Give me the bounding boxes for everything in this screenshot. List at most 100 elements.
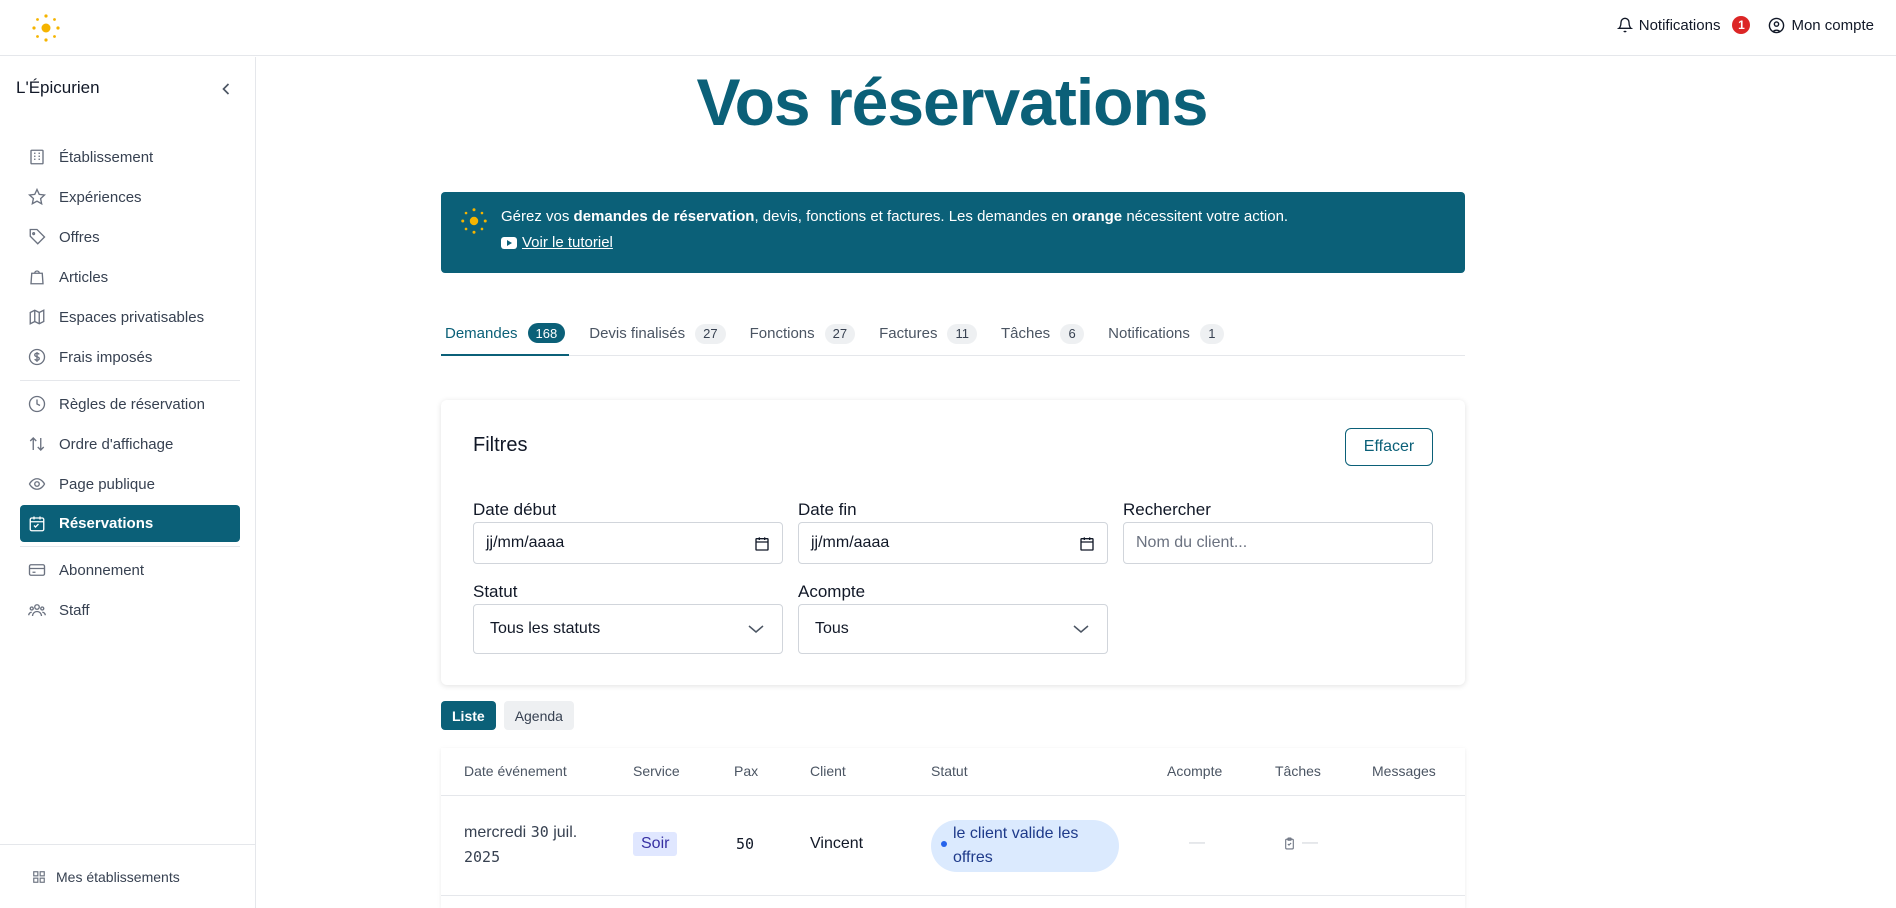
header-client[interactable]: Client bbox=[810, 763, 846, 779]
agenda-view-button[interactable]: Agenda bbox=[503, 701, 574, 730]
tab-count: 11 bbox=[947, 323, 977, 344]
my-establishments-link[interactable]: Mes établissements bbox=[24, 857, 180, 897]
clear-filters-button[interactable]: Effacer bbox=[1345, 428, 1433, 466]
tutorial-link[interactable]: Voir le tutoriel bbox=[501, 234, 613, 251]
bell-icon bbox=[1616, 17, 1633, 33]
table-row[interactable]: mercredi 30 juil. 2025 Soir 50 Vincent l… bbox=[441, 796, 1465, 896]
event-date: mercredi 30 juil. 2025 bbox=[464, 820, 577, 869]
youtube-icon bbox=[501, 236, 517, 249]
search-placeholder: Nom du client... bbox=[1136, 534, 1248, 551]
sort-arrows-icon bbox=[29, 437, 45, 451]
tab-factures[interactable]: Factures 11 bbox=[875, 312, 981, 355]
sidebar-item-experiences[interactable]: Expériences bbox=[20, 177, 240, 217]
account-button[interactable]: Mon compte bbox=[1768, 17, 1874, 34]
sidebar-item-articles[interactable]: Articles bbox=[20, 257, 240, 297]
search-input[interactable]: Nom du client... bbox=[1123, 522, 1433, 564]
sun-icon bbox=[461, 208, 487, 234]
establishment-name: L'Épicurien bbox=[16, 78, 100, 97]
header-messages[interactable]: Messages bbox=[1372, 763, 1436, 779]
map-icon bbox=[29, 309, 45, 325]
calendar-icon bbox=[1080, 537, 1094, 551]
sidebar-item-frais[interactable]: Frais imposés bbox=[20, 337, 240, 377]
header-status[interactable]: Statut bbox=[931, 763, 968, 779]
sidebar-item-label: Articles bbox=[59, 268, 109, 286]
list-view-button[interactable]: Liste bbox=[441, 701, 496, 730]
header-service[interactable]: Service bbox=[633, 763, 680, 779]
event-date-year: 2025 bbox=[464, 848, 501, 866]
building-icon bbox=[30, 149, 44, 165]
banner-bold-orange: orange bbox=[1072, 208, 1123, 225]
tab-count: 27 bbox=[695, 323, 726, 344]
service-badge: Soir bbox=[633, 832, 678, 856]
filters-panel: Filtres Effacer Date début jj/mm/aaaa Da… bbox=[441, 400, 1465, 685]
tab-taches[interactable]: Tâches 6 bbox=[997, 312, 1088, 355]
reservations-table: Date événement Service Pax Client Statut… bbox=[441, 748, 1465, 908]
sun-logo-icon[interactable] bbox=[30, 12, 62, 44]
my-establishments-label: Mes établissements bbox=[56, 869, 180, 885]
collapse-sidebar-icon[interactable] bbox=[216, 79, 236, 99]
shopping-bag-icon bbox=[30, 270, 44, 285]
dollar-circle-icon bbox=[28, 348, 46, 366]
tasks-cell: — bbox=[1283, 834, 1318, 852]
client-name: Vincent bbox=[810, 835, 864, 852]
notifications-label: Notifications bbox=[1638, 16, 1721, 34]
tab-fonctions[interactable]: Fonctions 27 bbox=[746, 312, 860, 355]
search-label: Rechercher bbox=[1123, 500, 1211, 519]
status-select[interactable]: Tous les statuts bbox=[473, 604, 783, 654]
sidebar-divider bbox=[20, 380, 240, 381]
top-bar: Notifications 1 Mon compte bbox=[0, 0, 1896, 56]
sidebar-item-label: Établissement bbox=[59, 148, 154, 166]
banner-text-part: , devis, fonctions et factures. Les dema… bbox=[754, 208, 1073, 225]
calendar-icon bbox=[29, 516, 45, 531]
users-icon bbox=[28, 604, 46, 617]
header-deposit[interactable]: Acompte bbox=[1167, 763, 1222, 779]
user-circle-icon bbox=[1769, 17, 1785, 33]
sidebar-item-label: Expériences bbox=[59, 188, 142, 206]
sidebar-item-staff[interactable]: Staff bbox=[20, 590, 240, 630]
sidebar-item-reservations[interactable]: Réservations bbox=[20, 505, 240, 542]
date-end-value: jj/mm/aaaa bbox=[811, 534, 890, 551]
sidebar-item-ordre[interactable]: Ordre d'affichage bbox=[20, 424, 240, 464]
account-label: Mon compte bbox=[1791, 16, 1874, 34]
tab-count: 6 bbox=[1060, 323, 1085, 344]
sidebar-item-regles[interactable]: Règles de réservation bbox=[20, 384, 240, 424]
sidebar-item-offres[interactable]: Offres bbox=[20, 217, 240, 257]
grid-icon bbox=[33, 871, 45, 883]
event-date-num: 30 bbox=[530, 823, 549, 841]
calendar-icon bbox=[755, 537, 769, 551]
tasks-value: — bbox=[1302, 834, 1318, 851]
sidebar-item-label: Staff bbox=[59, 601, 90, 619]
info-banner: Gérez vos demandes de réservation, devis… bbox=[441, 192, 1465, 273]
pax-count: 50 bbox=[736, 835, 755, 853]
date-end-input[interactable]: jj/mm/aaaa bbox=[798, 522, 1108, 564]
eye-icon bbox=[28, 478, 46, 490]
view-toggle: Liste Agenda bbox=[441, 701, 574, 730]
tab-demandes[interactable]: Demandes 168 bbox=[441, 312, 570, 356]
reservation-tabs: Demandes 168 Devis finalisés 27 Fonctions 2… bbox=[441, 312, 1465, 356]
sidebar-item-abonnement[interactable]: Abonnement bbox=[20, 550, 240, 590]
tab-label: Factures bbox=[879, 325, 938, 342]
sidebar-nav: Établissement Expériences Offres Article… bbox=[20, 137, 240, 630]
banner-text: Gérez vos demandes de réservation, devis… bbox=[501, 208, 1288, 225]
date-start-input[interactable]: jj/mm/aaaa bbox=[473, 522, 783, 564]
header-date[interactable]: Date événement bbox=[464, 763, 567, 779]
notifications-button[interactable]: Notifications 1 bbox=[1616, 16, 1751, 34]
page-title: Vos réservations bbox=[696, 65, 1208, 139]
sidebar-item-etablissement[interactable]: Établissement bbox=[20, 137, 240, 177]
sidebar-item-label: Ordre d'affichage bbox=[59, 435, 174, 453]
header-tasks[interactable]: Tâches bbox=[1275, 763, 1321, 779]
clipboard-icon bbox=[1285, 837, 1294, 849]
tab-notifications[interactable]: Notifications 1 bbox=[1104, 312, 1228, 355]
sidebar-item-espaces[interactable]: Espaces privatisables bbox=[20, 297, 240, 337]
event-date-month: juil. bbox=[548, 824, 578, 841]
filters-title: Filtres bbox=[473, 434, 528, 456]
tab-devis-finalises[interactable]: Devis finalisés 27 bbox=[585, 312, 729, 355]
tab-label: Devis finalisés bbox=[589, 325, 686, 342]
deposit-select[interactable]: Tous bbox=[798, 604, 1108, 654]
sidebar-item-label: Réservations bbox=[59, 515, 154, 532]
chevron-down-icon bbox=[1073, 625, 1089, 633]
header-pax[interactable]: Pax bbox=[734, 763, 758, 779]
deposit-label: Acompte bbox=[798, 582, 866, 601]
sidebar-item-page-publique[interactable]: Page publique bbox=[20, 464, 240, 504]
tab-count: 1 bbox=[1199, 323, 1224, 344]
